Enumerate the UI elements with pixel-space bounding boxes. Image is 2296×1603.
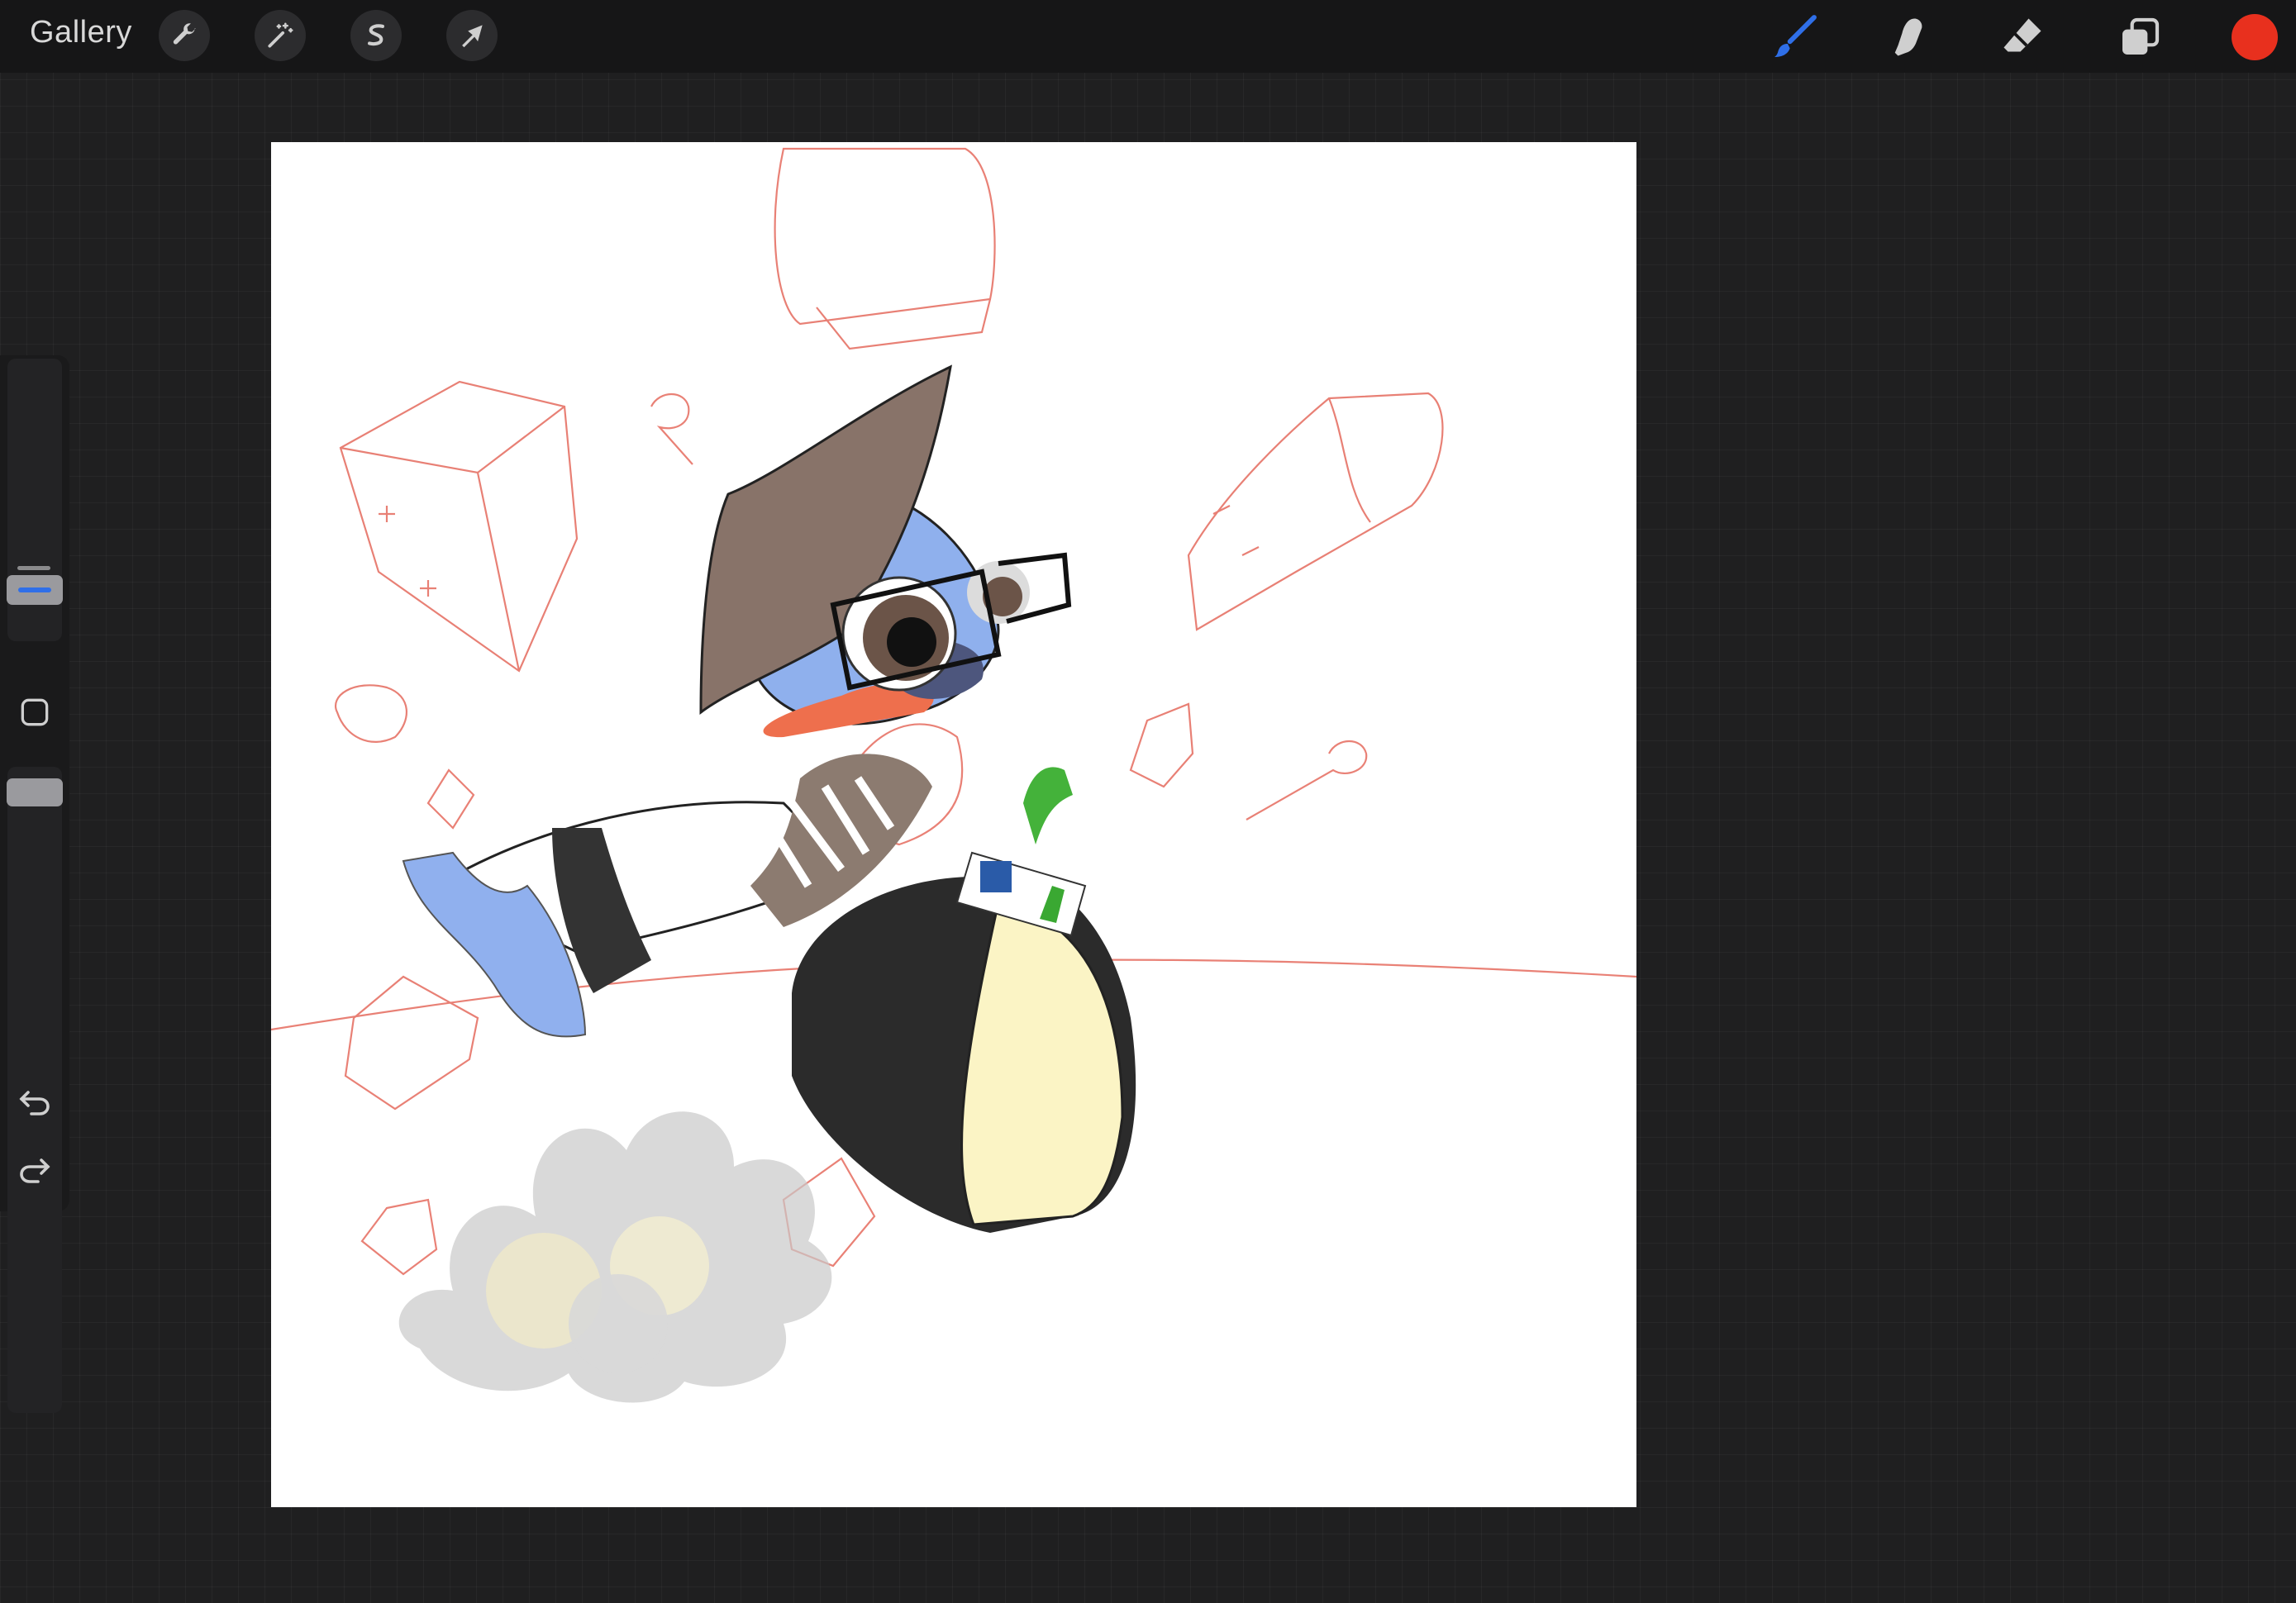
selection-button[interactable] [350, 10, 402, 61]
smoke-cloud [398, 1111, 832, 1403]
brush-tool-button[interactable] [1765, 8, 1823, 66]
duck-character [402, 364, 1136, 1233]
layers-button[interactable] [2111, 8, 2169, 66]
brush-size-indicator [18, 587, 51, 592]
brush-size-handle-tick [17, 566, 50, 570]
smudge-tool-button[interactable] [1879, 8, 1937, 66]
actions-button[interactable] [159, 10, 210, 61]
layers-icon [2122, 17, 2160, 55]
opacity-handle[interactable] [7, 778, 63, 806]
square-modify-icon [21, 698, 49, 726]
adjustments-button[interactable] [255, 10, 306, 61]
eraser-icon [2003, 18, 2041, 52]
brush-size-handle[interactable] [7, 575, 63, 605]
color-picker-button[interactable] [2232, 14, 2278, 60]
smudge-finger-icon [1894, 18, 1922, 56]
magic-wand-icon [268, 22, 293, 48]
modify-button[interactable] [17, 694, 53, 730]
redo-icon [20, 1158, 50, 1183]
undo-icon [19, 1091, 50, 1115]
undo-button[interactable] [15, 1082, 55, 1122]
transform-button[interactable] [446, 10, 498, 61]
brush-icon [1774, 15, 1817, 57]
wrench-icon [173, 23, 196, 45]
artwork [271, 147, 1636, 1403]
redo-button[interactable] [15, 1150, 55, 1190]
eraser-tool-button[interactable] [1994, 8, 2051, 66]
arrow-cursor-icon [462, 25, 483, 48]
top-toolbar: Gallery [0, 0, 2296, 73]
drawing-canvas[interactable] [271, 142, 1636, 1507]
gallery-button[interactable]: Gallery [30, 15, 132, 50]
selection-s-icon [368, 24, 384, 46]
left-sidebar [0, 355, 69, 1413]
